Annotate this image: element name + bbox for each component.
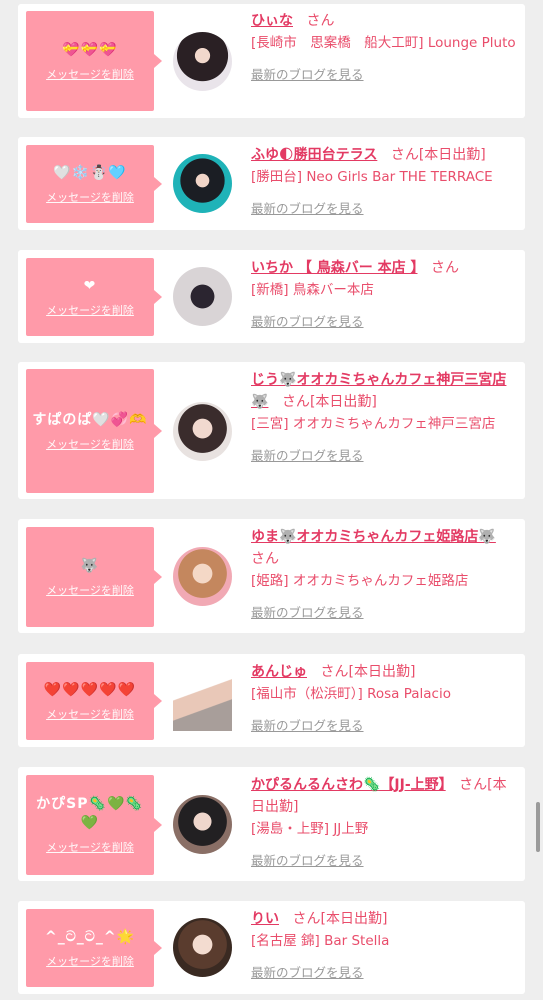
shop-info: [長崎市 思案橋 船大工町] Lounge Pluto — [251, 35, 516, 51]
avatar[interactable] — [173, 918, 232, 977]
list-item: 🤍❄️☃️🩵 メッセージを削除 ふゆ🌓勝田台テラス さん[本日出勤] [勝田台]… — [18, 137, 525, 230]
honorific: さん — [281, 394, 310, 410]
status-badge: [本日出勤] — [348, 664, 416, 680]
message-text: かぴSP🦠💚🦠💚 — [36, 796, 144, 831]
message-text: ❤ — [83, 277, 97, 294]
avatar[interactable] — [173, 402, 232, 461]
latest-blog-link[interactable]: 最新のブログを見る — [251, 64, 364, 83]
delete-message-button[interactable]: メッセージを削除 — [46, 706, 134, 722]
user-name-link[interactable]: ゆま🐺オオカミちゃんカフェ姫路店🐺 — [251, 529, 496, 545]
delete-message-button[interactable]: メッセージを削除 — [46, 839, 134, 855]
latest-blog-link[interactable]: 最新のブログを見る — [251, 602, 364, 621]
honorific: さん — [320, 664, 349, 680]
list-item: すぱのぱ🤍💞🫶 メッセージを削除 じう🐺オオカミちゃんカフェ神戸三宮店🐺 さん[… — [18, 362, 525, 499]
honorific: さん — [292, 911, 321, 927]
user-name-link[interactable]: かぴるんるんさわ🦠【JJ-上野】 — [251, 777, 446, 793]
message-text: ^_ට_ට_^🌟 — [44, 928, 136, 945]
scrollbar[interactable] — [536, 802, 540, 852]
list-item: 🐺 メッセージを削除 ゆま🐺オオカミちゃんカフェ姫路店🐺 さん [姫路] オオカ… — [18, 519, 525, 633]
status-badge: [本日出勤] — [309, 394, 377, 410]
list-item: 💝💝💝 メッセージを削除 ひぃな さん [長崎市 思案橋 船大工町] Loung… — [18, 4, 525, 118]
message-text: すぱのぱ🤍💞🫶 — [32, 411, 148, 428]
delete-message-button[interactable]: メッセージを削除 — [46, 66, 134, 82]
honorific: さん — [390, 147, 419, 163]
user-name-link[interactable]: いちか 【 鳥森バー 本店 】 — [251, 260, 418, 276]
honorific: さん — [306, 13, 335, 29]
message-bubble: すぱのぱ🤍💞🫶 メッセージを削除 — [26, 369, 162, 493]
latest-blog-link[interactable]: 最新のブログを見る — [251, 850, 364, 869]
status-badge: [本日出勤] — [320, 911, 388, 927]
user-name-link[interactable]: ふゆ🌓勝田台テラス — [251, 147, 377, 163]
message-text: 🤍❄️☃️🩵 — [53, 164, 127, 181]
honorific: さん — [459, 777, 488, 793]
message-bubble: ❤ メッセージを削除 — [26, 258, 162, 336]
shop-info: [勝田台] Neo Girls Bar THE TERRACE — [251, 169, 493, 185]
latest-blog-link[interactable]: 最新のブログを見る — [251, 311, 364, 330]
delete-message-button[interactable]: メッセージを削除 — [46, 436, 134, 452]
message-bubble: かぴSP🦠💚🦠💚 メッセージを削除 — [26, 775, 162, 875]
user-name-link[interactable]: ひぃな — [251, 13, 293, 29]
latest-blog-link[interactable]: 最新のブログを見る — [251, 445, 364, 464]
message-text: 🐺 — [80, 557, 100, 574]
latest-blog-link[interactable]: 最新のブログを見る — [251, 198, 364, 217]
list-item: ^_ට_ට_^🌟 メッセージを削除 りい さん[本日出勤] [名古屋 錦] Ba… — [18, 901, 525, 994]
shop-info: [名古屋 錦] Bar Stella — [251, 933, 390, 949]
message-bubble: ❤️❤️❤️❤️❤️ メッセージを削除 — [26, 662, 162, 740]
message-text: ❤️❤️❤️❤️❤️ — [43, 681, 137, 698]
message-bubble: 🐺 メッセージを削除 — [26, 527, 162, 627]
avatar[interactable] — [173, 267, 232, 326]
honorific: さん — [251, 551, 279, 567]
message-bubble: ^_ට_ට_^🌟 メッセージを削除 — [26, 909, 162, 987]
latest-blog-link[interactable]: 最新のブログを見る — [251, 962, 364, 981]
delete-message-button[interactable]: メッセージを削除 — [46, 302, 134, 318]
avatar[interactable] — [173, 154, 232, 213]
list-item: かぴSP🦠💚🦠💚 メッセージを削除 かぴるんるんさわ🦠【JJ-上野】 さん[本日… — [18, 767, 525, 881]
list-item: ❤️❤️❤️❤️❤️ メッセージを削除 あんじゅ さん[本日出勤] [福山市（松… — [18, 654, 525, 747]
shop-info: [姫路] オオカミちゃんカフェ姫路店 — [251, 573, 469, 589]
delete-message-button[interactable]: メッセージを削除 — [46, 582, 134, 598]
message-list: 💝💝💝 メッセージを削除 ひぃな さん [長崎市 思案橋 船大工町] Loung… — [0, 0, 543, 1000]
delete-message-button[interactable]: メッセージを削除 — [46, 953, 134, 969]
latest-blog-link[interactable]: 最新のブログを見る — [251, 715, 364, 734]
avatar[interactable] — [173, 795, 232, 854]
shop-info: [福山市（松浜町）] Rosa Palacio — [251, 686, 451, 702]
honorific: さん — [431, 260, 459, 276]
avatar[interactable] — [173, 32, 232, 91]
message-bubble: 🤍❄️☃️🩵 メッセージを削除 — [26, 145, 162, 223]
delete-message-button[interactable]: メッセージを削除 — [46, 189, 134, 205]
shop-info: [湯島・上野] JJ上野 — [251, 821, 369, 837]
message-text: 💝💝💝 — [62, 41, 118, 58]
shop-info: [三宮] オオカミちゃんカフェ神戸三宮店 — [251, 416, 496, 432]
status-badge: [本日出勤] — [418, 147, 486, 163]
message-bubble: 💝💝💝 メッセージを削除 — [26, 11, 162, 111]
user-name-link[interactable]: あんじゅ — [251, 664, 307, 680]
user-name-link[interactable]: りい — [251, 911, 279, 927]
avatar[interactable] — [173, 547, 232, 606]
list-item: ❤ メッセージを削除 いちか 【 鳥森バー 本店 】 さん [新橋] 鳥森バー本… — [18, 250, 525, 343]
shop-info: [新橋] 鳥森バー本店 — [251, 282, 374, 298]
avatar[interactable] — [173, 672, 232, 731]
